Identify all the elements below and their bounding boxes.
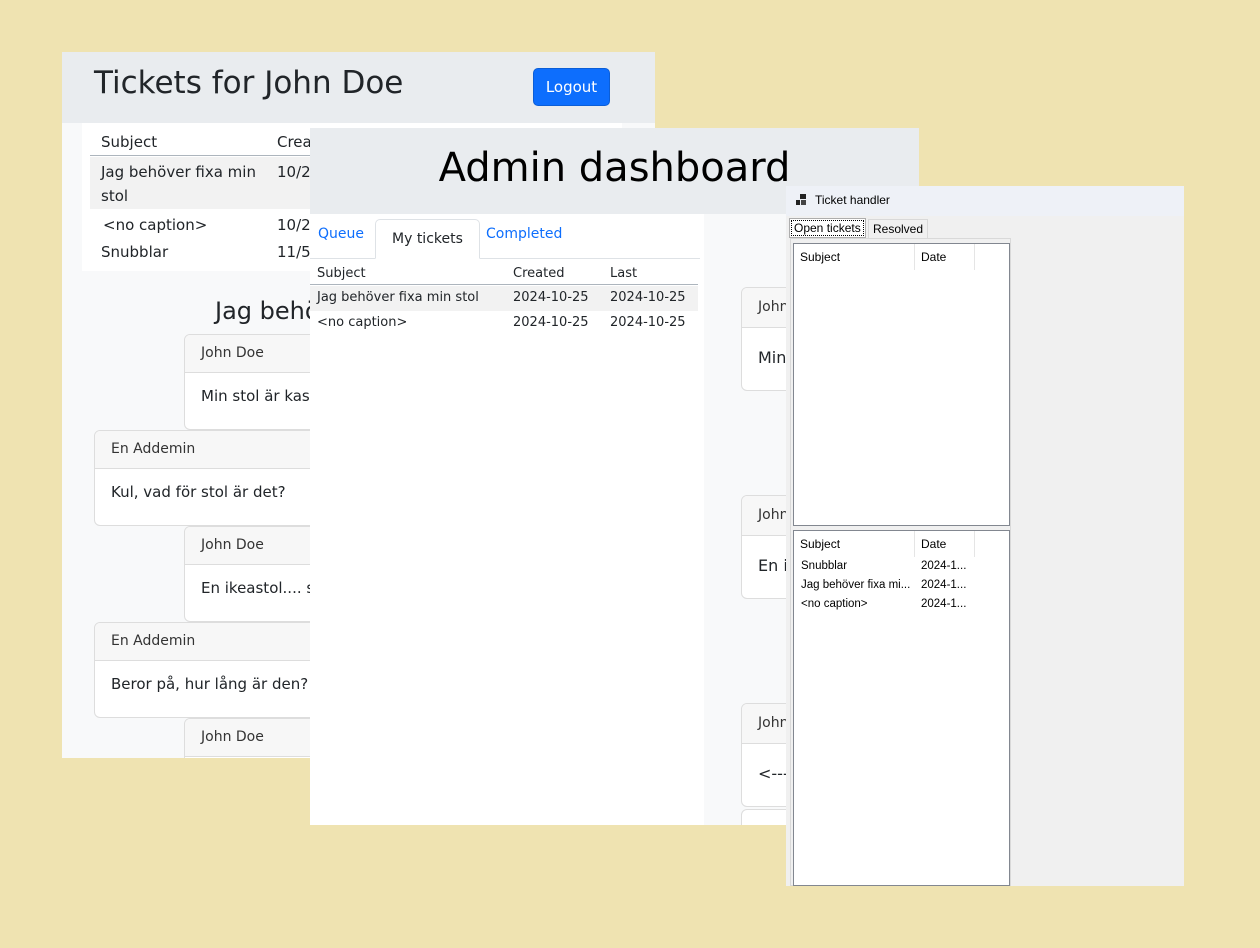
table-row[interactable]: Jag behöver fixa min stol 2024-10-25 202… [310,286,698,311]
column-header-subject[interactable]: Subject [794,531,915,557]
list-item[interactable]: Snubblar 2024-1... [794,557,1009,576]
column-header-subject: Subject [101,133,158,151]
list-item[interactable]: Jag behöver fixa mi... 2024-1... [794,576,1009,595]
row-created: 2024-10-25 [513,315,589,330]
ticket-subject: Snubblar [101,243,169,261]
tab-open-tickets[interactable]: Open tickets [789,218,866,238]
title-bar: Ticket handler [786,186,1184,216]
resolved-tickets-list[interactable]: Subject Date Snubblar 2024-1... Jag behö… [793,530,1010,886]
column-header-subject[interactable]: Subject [794,244,915,270]
column-header-date[interactable]: Date [915,531,975,557]
row-last: 2024-10-25 [610,290,686,305]
item-subject: Jag behöver fixa mi... [801,579,911,591]
column-header-date[interactable]: Date [915,244,975,270]
ticket-subject: <no caption> [103,216,208,234]
table-divider [310,284,698,285]
tab-divider [310,258,700,259]
table-row[interactable]: <no caption> 2024-10-25 2024-10-25 [310,311,698,336]
ticket-handler-window: Ticket handler Open tickets Resolved Sub… [786,186,1184,886]
app-icon [796,194,806,205]
row-created: 2024-10-25 [513,290,589,305]
admin-title: Admin dashboard [438,145,791,191]
user-header: Tickets for John Doe Logout [62,52,655,123]
window-title: Ticket handler [815,193,890,207]
page-title: Tickets for John Doe [94,65,404,101]
item-subject: Snubblar [801,560,848,572]
column-header-subject: Subject [317,266,366,281]
list-item[interactable]: <no caption> 2024-1... [794,595,1009,614]
ticket-subject: Jag behöver fixa min stol [101,163,256,205]
item-date: 2024-1... [921,579,967,591]
row-subject: <no caption> [317,315,408,330]
row-last: 2024-10-25 [610,315,686,330]
logout-button[interactable]: Logout [533,68,610,106]
column-header-created: Created [513,266,565,281]
item-subject: <no caption> [801,598,868,610]
tab-my-tickets[interactable]: My tickets [375,219,480,259]
admin-ticket-pane: Queue My tickets Completed Subject Creat… [310,214,704,825]
tab-queue[interactable]: Queue [318,226,364,242]
column-header-last: Last [610,266,638,281]
open-tickets-list[interactable]: Subject Date [793,243,1010,526]
tab-completed[interactable]: Completed [486,226,562,242]
tab-resolved[interactable]: Resolved [868,219,929,239]
row-subject: Jag behöver fixa min stol [317,290,479,305]
item-date: 2024-1... [921,560,967,572]
item-date: 2024-1... [921,598,967,610]
